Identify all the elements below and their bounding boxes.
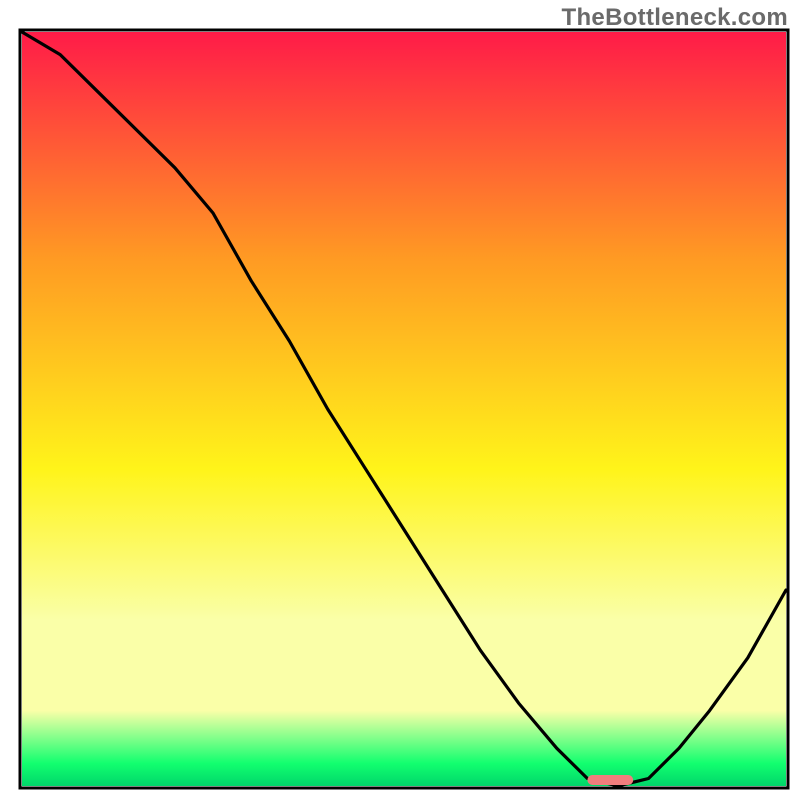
gradient-background [22,32,786,786]
chart-container: TheBottleneck.com [0,0,800,800]
trough-marker [587,775,633,785]
watermark-text: TheBottleneck.com [562,4,788,32]
chart-svg [0,0,800,800]
